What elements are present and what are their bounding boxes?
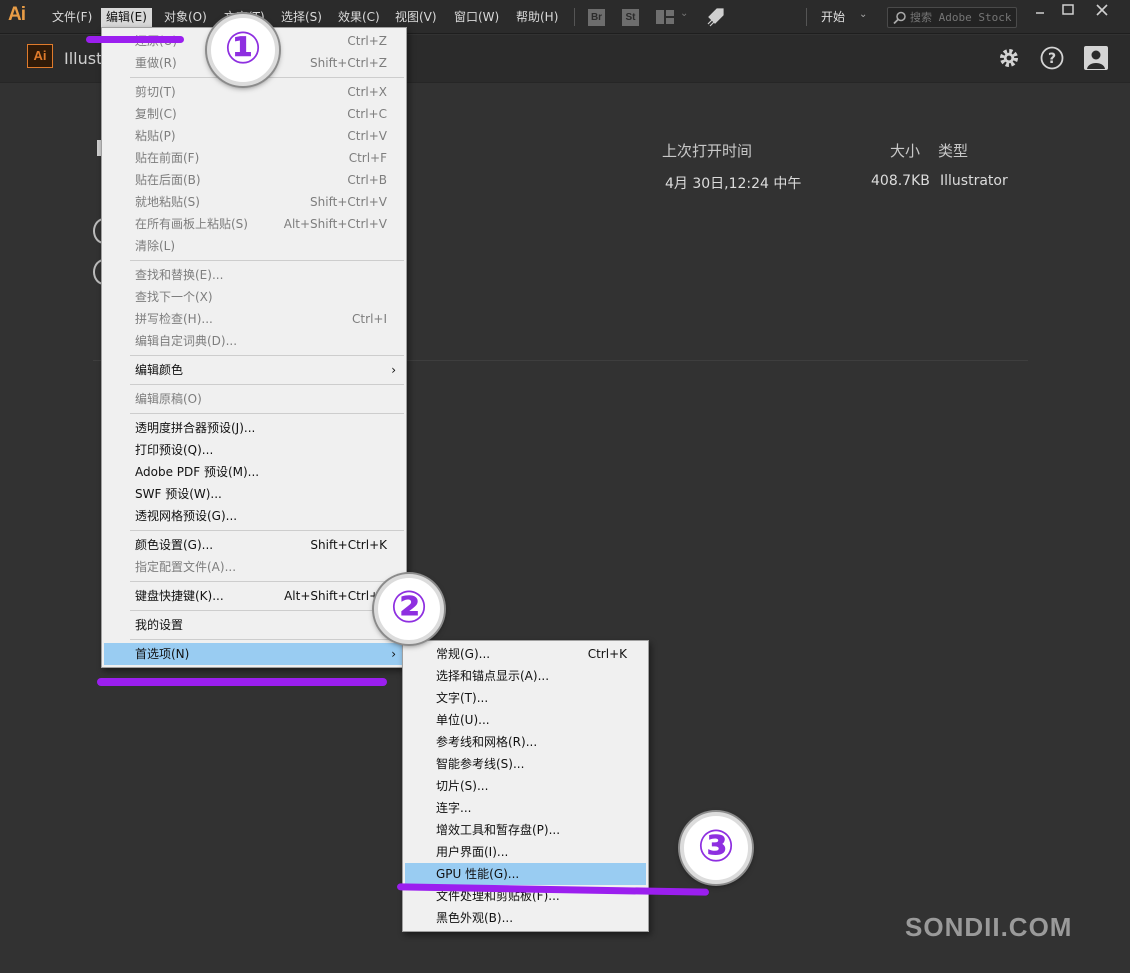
- menubar-divider: [806, 8, 807, 26]
- menu-object[interactable]: 对象(O): [159, 8, 212, 27]
- pref-item-selection-anchor[interactable]: 选择和锚点显示(A)...: [405, 665, 646, 687]
- menu-file[interactable]: 文件(F): [47, 8, 97, 27]
- stock-search[interactable]: [887, 7, 1017, 28]
- menu-select[interactable]: 选择(S): [276, 8, 327, 27]
- pref-item-slices[interactable]: 切片(S)...: [405, 775, 646, 797]
- menu-help[interactable]: 帮助(H): [511, 8, 563, 27]
- highlight-stroke: [86, 36, 184, 43]
- menu-item-paste-in-place[interactable]: 就地粘贴(S) Shift+Ctrl+V: [104, 191, 404, 213]
- menu-separator: [130, 355, 404, 356]
- pref-item-user-interface[interactable]: 用户界面(I)...: [405, 841, 646, 863]
- pref-item-units[interactable]: 单位(U)...: [405, 709, 646, 731]
- workspace-switcher[interactable]: 开始: [821, 8, 845, 25]
- menu-item-flattener-presets[interactable]: 透明度拼合器预设(J)...: [104, 417, 404, 439]
- menu-item-color-settings[interactable]: 颜色设置(G)... Shift+Ctrl+K: [104, 534, 404, 556]
- menu-separator: [130, 581, 404, 582]
- menu-separator: [130, 77, 404, 78]
- menu-separator: [130, 384, 404, 385]
- menu-item-edit-original[interactable]: 编辑原稿(O): [104, 388, 404, 410]
- app-name: Illust: [64, 49, 103, 68]
- menu-item-copy[interactable]: 复制(C) Ctrl+C: [104, 103, 404, 125]
- recent-file-size[interactable]: 408.7KB: [871, 173, 930, 189]
- column-type[interactable]: 类型: [938, 140, 968, 161]
- pref-item-hyphenation[interactable]: 连字...: [405, 797, 646, 819]
- help-icon[interactable]: ?: [1039, 45, 1065, 71]
- svg-text:?: ?: [1048, 51, 1056, 67]
- search-input[interactable]: [910, 9, 1014, 26]
- highlight-stroke: [97, 678, 387, 686]
- close-icon[interactable]: [1088, 1, 1116, 19]
- step-marker-2: ②: [374, 574, 444, 644]
- pref-item-smart-guides[interactable]: 智能参考线(S)...: [405, 753, 646, 775]
- menu-item-paste-in-front[interactable]: 贴在前面(F) Ctrl+F: [104, 147, 404, 169]
- watermark: SONDII.COM: [905, 912, 1073, 942]
- column-size[interactable]: 大小: [890, 140, 920, 161]
- menu-item-my-settings[interactable]: 我的设置: [104, 614, 404, 636]
- menu-item-assign-profile[interactable]: 指定配置文件(A)...: [104, 556, 404, 578]
- menu-item-paste-all-artboards[interactable]: 在所有画板上粘贴(S) Alt+Shift+Ctrl+V: [104, 213, 404, 235]
- menu-item-cut[interactable]: 剪切(T) Ctrl+X: [104, 81, 404, 103]
- column-last-opened[interactable]: 上次打开时间: [662, 140, 752, 161]
- step-marker-3: ③: [680, 812, 752, 884]
- pref-item-type[interactable]: 文字(T)...: [405, 687, 646, 709]
- pref-item-plugins-scratch[interactable]: 增效工具和暂存盘(P)...: [405, 819, 646, 841]
- gpu-rocket-icon[interactable]: [704, 6, 726, 28]
- menu-separator: [130, 610, 404, 611]
- pref-item-black-appearance[interactable]: 黑色外观(B)...: [405, 907, 646, 929]
- search-icon: [893, 11, 906, 25]
- menu-separator: [130, 413, 404, 414]
- menu-item-preferences[interactable]: 首选项(N) ›: [104, 643, 404, 665]
- chevron-right-icon: ›: [391, 647, 396, 661]
- app-badge: Ai: [27, 44, 53, 68]
- menu-separator: [130, 260, 404, 261]
- menu-item-pdf-presets[interactable]: Adobe PDF 预设(M)...: [104, 461, 404, 483]
- menu-item-print-presets[interactable]: 打印预设(Q)...: [104, 439, 404, 461]
- chevron-down-icon[interactable]: ⌄: [680, 8, 688, 19]
- menu-window[interactable]: 窗口(W): [449, 8, 504, 27]
- user-avatar-icon[interactable]: [1083, 45, 1109, 71]
- app-logo: Ai: [8, 4, 26, 25]
- pref-item-general[interactable]: 常规(G)... Ctrl+K: [405, 643, 646, 665]
- menu-item-paste[interactable]: 粘贴(P) Ctrl+V: [104, 125, 404, 147]
- minimize-icon[interactable]: [1026, 1, 1054, 19]
- menu-item-keyboard-shortcuts[interactable]: 键盘快捷键(K)... Alt+Shift+Ctrl+K: [104, 585, 404, 607]
- menu-item-edit-dictionary[interactable]: 编辑自定词典(D)...: [104, 330, 404, 352]
- menu-item-find-replace[interactable]: 查找和替换(E)...: [104, 264, 404, 286]
- maximize-icon[interactable]: [1054, 1, 1082, 19]
- bridge-icon[interactable]: Br: [588, 9, 605, 26]
- menubar-divider: [574, 8, 575, 26]
- menu-separator: [130, 530, 404, 531]
- menu-item-find-next[interactable]: 查找下一个(X): [104, 286, 404, 308]
- menu-item-perspective-presets[interactable]: 透视网格预设(G)...: [104, 505, 404, 527]
- stock-icon[interactable]: St: [622, 9, 639, 26]
- menu-item-clear[interactable]: 清除(L): [104, 235, 404, 257]
- pref-item-gpu-performance[interactable]: GPU 性能(G)...: [405, 863, 646, 885]
- pref-item-guides-grid[interactable]: 参考线和网格(R)...: [405, 731, 646, 753]
- menu-effect[interactable]: 效果(C): [333, 8, 385, 27]
- recent-file-type[interactable]: Illustrator: [940, 173, 1008, 189]
- chevron-right-icon: ›: [391, 363, 396, 377]
- gear-icon[interactable]: [996, 45, 1022, 71]
- step-marker-1: ①: [207, 14, 279, 86]
- chevron-down-icon[interactable]: ⌄: [859, 9, 867, 20]
- edit-menu: 还原(U)Ctrl+Z 重做(R)Shift+Ctrl+Z 剪切(T)Ctrl+…: [101, 27, 407, 668]
- menu-item-paste-in-back[interactable]: 贴在后面(B) Ctrl+B: [104, 169, 404, 191]
- menu-item-spell-check[interactable]: 拼写检查(H)... Ctrl+I: [104, 308, 404, 330]
- menu-view[interactable]: 视图(V): [390, 8, 442, 27]
- arrange-documents-icon[interactable]: [656, 10, 674, 24]
- menu-edit[interactable]: 编辑(E): [101, 8, 152, 27]
- menu-item-edit-colors[interactable]: 编辑颜色 ›: [104, 359, 404, 381]
- menu-item-swf-presets[interactable]: SWF 预设(W)...: [104, 483, 404, 505]
- recent-file-date[interactable]: 4月 30日,12:24 中午: [665, 173, 801, 193]
- menu-separator: [130, 639, 404, 640]
